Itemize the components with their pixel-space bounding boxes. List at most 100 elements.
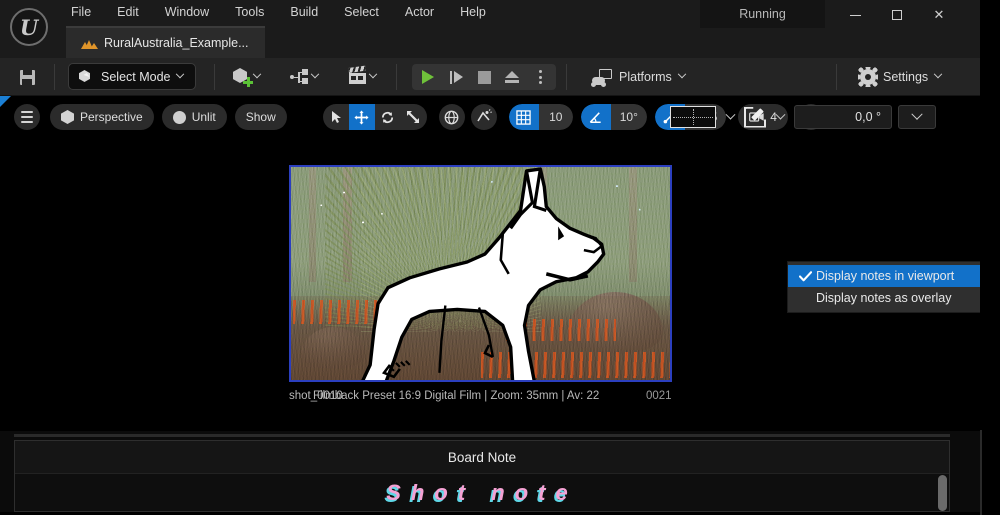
play-button[interactable]: [414, 64, 442, 90]
show-label: Show: [245, 110, 276, 124]
blueprints-button[interactable]: [286, 63, 322, 90]
panel-divider[interactable]: [14, 434, 950, 437]
gear-icon: [858, 67, 878, 87]
close-button[interactable]: ✕: [918, 0, 960, 30]
stop-icon: [477, 70, 491, 84]
platforms-icon: [591, 69, 612, 87]
platforms-button[interactable]: Platforms: [584, 64, 693, 90]
camera-mode-label: Perspective: [80, 110, 143, 124]
play-options-button[interactable]: [526, 64, 554, 90]
menu-help[interactable]: Help: [447, 1, 499, 23]
stop-button[interactable]: [470, 64, 498, 90]
select-mode-button[interactable]: Select Mode: [68, 63, 197, 90]
menu-edit[interactable]: Edit: [104, 1, 152, 23]
play-controls-group: [412, 64, 556, 90]
unlit-icon: [172, 110, 186, 124]
rotation-dropdown-button[interactable]: [898, 105, 936, 129]
minimize-button[interactable]: [834, 0, 876, 30]
window-controls: ✕: [834, 0, 960, 30]
take-number-caption: 0021: [646, 390, 672, 402]
move-tool-button[interactable]: [348, 104, 375, 130]
menu-select[interactable]: Select: [331, 1, 392, 23]
shot-caption-group: shot_0010 Filmback Preset 16:9 Digital F…: [289, 387, 672, 405]
shot-preview-frame[interactable]: [289, 165, 672, 382]
perspective-icon: [61, 110, 74, 124]
play-icon: [422, 70, 434, 84]
more-options-icon: [538, 70, 542, 84]
board-note-header: Board Note: [15, 441, 949, 474]
grid-snap-icon[interactable]: [508, 104, 539, 130]
grid-snap-control[interactable]: 10: [508, 104, 573, 130]
annotation-dropdown-button[interactable]: [772, 106, 788, 128]
platforms-label: Platforms: [619, 70, 672, 84]
surface-snap-button[interactable]: [470, 104, 497, 130]
add-actor-button[interactable]: [228, 63, 264, 90]
menu-window[interactable]: Window: [152, 1, 222, 23]
eject-button[interactable]: [498, 64, 526, 90]
rotation-value-field[interactable]: 0,0 °: [794, 105, 892, 129]
menu-item-display-notes-as-overlay[interactable]: Display notes as overlay: [788, 287, 980, 309]
unreal-editor-window: U File Edit Window Tools Build Select Ac…: [0, 0, 1000, 515]
unreal-logo-icon[interactable]: U: [10, 8, 48, 46]
menu-tools[interactable]: Tools: [222, 1, 277, 23]
mountains-icon: [81, 37, 98, 49]
settings-label: Settings: [883, 70, 929, 84]
tab-strip: RuralAustralia_Example...: [66, 26, 265, 58]
grid-snap-value[interactable]: 10: [538, 104, 573, 130]
filmback-caption: Filmback Preset 16:9 Digital Film | Zoom…: [313, 390, 600, 402]
camera-mode-button[interactable]: Perspective: [50, 104, 154, 130]
annotation-tool-icon[interactable]: [744, 106, 766, 128]
save-icon: [19, 69, 35, 85]
skip-button[interactable]: [442, 64, 470, 90]
tab-rural-australia-example[interactable]: RuralAustralia_Example...: [66, 26, 265, 58]
cinematics-button[interactable]: [344, 63, 380, 90]
board-note-scrollbar[interactable]: [938, 475, 947, 511]
title-bar: U File Edit Window Tools Build Select Ac…: [0, 0, 980, 58]
menu-actor[interactable]: Actor: [392, 1, 447, 23]
dingo-sketch-overlay: [361, 167, 606, 380]
filmback-dropdown-button[interactable]: [722, 106, 738, 128]
menu-item-label: Display notes in viewport: [816, 269, 955, 283]
skip-icon: [449, 70, 463, 84]
filmback-overlay-icon[interactable]: [670, 106, 716, 128]
viewport-overlay-controls: 0,0 °: [670, 101, 936, 133]
angle-snap-control[interactable]: 10°: [580, 104, 647, 130]
maximize-button[interactable]: [876, 0, 918, 30]
save-button[interactable]: [14, 65, 40, 89]
angle-snap-value[interactable]: 10°: [610, 104, 647, 130]
eject-icon: [505, 71, 519, 83]
main-toolbar: Select Mode Platforms Settings: [0, 58, 980, 96]
right-gutter: [980, 0, 1000, 515]
scale-tool-button[interactable]: [401, 104, 427, 130]
viewport-menu-icon[interactable]: [14, 104, 40, 130]
status-badge-running: Running: [700, 0, 825, 28]
chevron-down-icon: [677, 69, 687, 79]
chevron-down-icon: [310, 69, 320, 78]
chevron-down-icon: [252, 69, 262, 78]
notes-display-dropdown-menu: Display notes in viewport Display notes …: [787, 261, 980, 313]
board-note-text: Shot note: [386, 480, 578, 505]
blueprints-icon: [290, 67, 310, 86]
rotate-tool-button[interactable]: [375, 104, 401, 130]
add-actor-icon: [232, 67, 253, 87]
view-mode-button[interactable]: Unlit: [161, 104, 227, 130]
board-note-body[interactable]: Shot note: [15, 474, 949, 511]
menu-item-display-notes-in-viewport[interactable]: Display notes in viewport: [788, 265, 980, 287]
angle-snap-icon[interactable]: [580, 104, 611, 130]
menu-build[interactable]: Build: [277, 1, 331, 23]
right-gutter-divider: [980, 430, 982, 515]
show-flags-button[interactable]: Show: [234, 104, 287, 130]
menu-file[interactable]: File: [58, 1, 104, 23]
coordinate-system-button[interactable]: [438, 104, 465, 130]
cinematics-icon: [348, 65, 368, 86]
select-mode-label: Select Mode: [101, 69, 171, 84]
level-viewport[interactable]: Perspective Unlit Show 10 10° 4 0,0 ° sh…: [0, 96, 980, 431]
tab-label: RuralAustralia_Example...: [104, 36, 249, 50]
settings-button[interactable]: Settings: [852, 64, 949, 90]
board-note-panel: Board Note Shot note: [14, 440, 950, 512]
chevron-down-icon: [368, 69, 378, 78]
select-tool-button[interactable]: [323, 104, 349, 130]
menu-item-label: Display notes as overlay: [816, 291, 952, 305]
menu-bar: File Edit Window Tools Build Select Acto…: [58, 0, 499, 24]
select-mode-icon: [79, 69, 94, 84]
